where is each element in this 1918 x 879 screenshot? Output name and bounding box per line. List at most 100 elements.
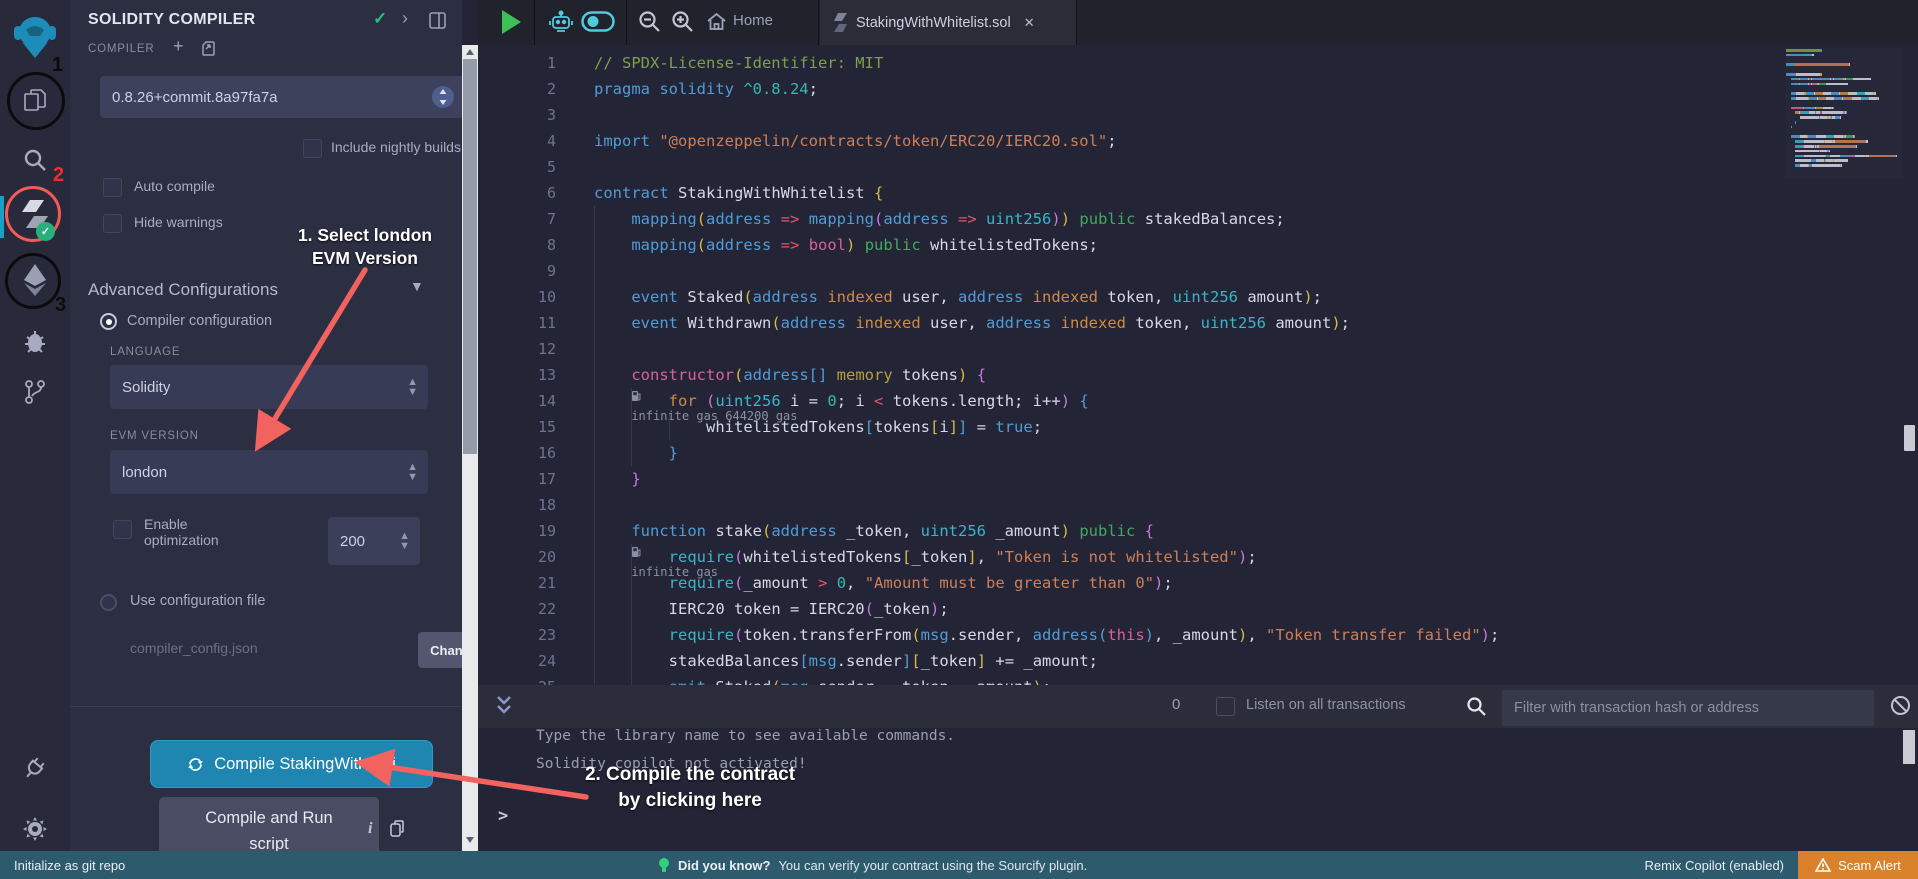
version-refresh-icon[interactable] xyxy=(430,84,456,110)
use-config-file-radio[interactable] xyxy=(100,594,117,611)
zoom-out-icon[interactable] xyxy=(638,10,661,33)
line-number: 14 xyxy=(483,388,556,414)
ai-copilot-robot-icon[interactable] xyxy=(548,9,574,35)
editor-toolbar: Home StakingWithWhitelist.sol ✕ xyxy=(478,0,1918,46)
remix-logo-icon[interactable] xyxy=(0,12,70,60)
did-you-know-tip: Did you know? You can verify your contra… xyxy=(658,857,1087,874)
code-line[interactable]: function stake(address _token, uint256 _… xyxy=(594,518,1788,544)
code-line[interactable]: constructor(address[] memory tokens) {in… xyxy=(594,362,1788,388)
code-line[interactable]: require(_amount > 0, "Amount must be gre… xyxy=(594,570,1788,596)
line-number: 9 xyxy=(483,258,556,284)
code-line[interactable]: } xyxy=(594,440,1788,466)
line-number: 3 xyxy=(483,102,556,128)
code-line[interactable]: mapping(address => bool) public whitelis… xyxy=(594,232,1788,258)
include-nightly-checkbox[interactable] xyxy=(303,139,322,158)
code-line[interactable] xyxy=(594,102,1788,128)
code-line[interactable]: pragma solidity ^0.8.24; xyxy=(594,76,1788,102)
code-line[interactable]: IERC20 token = IERC20(_token); xyxy=(594,596,1788,622)
run-script-play-icon[interactable] xyxy=(500,9,522,35)
code-line[interactable]: require(token.transferFrom(msg.sender, a… xyxy=(594,622,1788,648)
compile-button[interactable]: Compile StakingWithWhi xyxy=(150,740,433,788)
code-line[interactable]: whitelistedTokens[tokens[i]] = true; xyxy=(594,414,1788,440)
tab-stakingwithwhitelist[interactable]: StakingWithWhitelist.sol ✕ xyxy=(820,0,1076,45)
compiler-configuration-label[interactable]: Compiler configuration xyxy=(127,313,272,329)
code-line[interactable] xyxy=(594,258,1788,284)
advanced-chevron-down-icon[interactable]: ▼ xyxy=(410,278,424,294)
language-value: Solidity xyxy=(122,379,170,396)
info-icon[interactable]: i xyxy=(368,820,372,838)
editor-scrollbar-thumb[interactable] xyxy=(1904,425,1915,451)
use-config-file-label[interactable]: Use configuration file xyxy=(130,593,265,609)
home-icon[interactable] xyxy=(706,11,727,32)
config-file-name: compiler_config.json xyxy=(130,640,258,656)
scroll-up-arrow[interactable] xyxy=(466,49,474,55)
terminal-scrollbar-thumb[interactable] xyxy=(1903,730,1915,764)
panel-chevron-icon[interactable]: › xyxy=(402,8,408,29)
tab-close-icon[interactable]: ✕ xyxy=(1024,15,1035,31)
zoom-in-icon[interactable] xyxy=(671,10,694,33)
advanced-configurations-title[interactable]: Advanced Configurations xyxy=(88,280,278,300)
settings-gear-icon[interactable] xyxy=(0,816,70,842)
terminal-search-icon[interactable] xyxy=(1466,696,1486,716)
code-line[interactable]: } xyxy=(594,466,1788,492)
clear-console-ban-icon[interactable] xyxy=(1890,695,1911,716)
code-line[interactable] xyxy=(594,154,1788,180)
add-compiler-icon[interactable]: + xyxy=(173,36,184,57)
scrollbar-thumb[interactable] xyxy=(463,59,477,454)
listen-transactions-checkbox[interactable] xyxy=(1216,697,1235,716)
annotation-number-1: 1 xyxy=(52,54,63,77)
auto-compile-label[interactable]: Auto compile xyxy=(134,178,215,194)
minimap[interactable] xyxy=(1786,48,1902,178)
open-compiler-file-icon[interactable] xyxy=(200,40,217,57)
copilot-toggle[interactable] xyxy=(581,11,615,32)
code-line[interactable]: import "@openzeppelin/contracts/token/ER… xyxy=(594,128,1788,154)
code-line[interactable]: emit Staked(msg.sender, _token, _amount)… xyxy=(594,674,1788,685)
code-line[interactable]: // SPDX-License-Identifier: MIT xyxy=(594,50,1788,76)
auto-compile-checkbox[interactable] xyxy=(103,178,122,197)
tab-label: StakingWithWhitelist.sol xyxy=(856,15,1011,31)
annotation-step1: 1. Select londonEVM Version xyxy=(270,224,460,270)
pin-panel-icon[interactable] xyxy=(428,11,447,30)
language-select[interactable]: Solidity ▲▼ xyxy=(110,365,428,409)
compile-and-run-button[interactable]: Compile and Runscript xyxy=(159,797,379,851)
panel-divider xyxy=(70,706,462,707)
code-line[interactable] xyxy=(594,492,1788,518)
enable-optimization-label[interactable]: Enableoptimization xyxy=(144,516,219,548)
change-config-button[interactable]: Change xyxy=(418,632,462,668)
hide-warnings-label[interactable]: Hide warnings xyxy=(134,214,223,230)
code-editor[interactable]: 1234567891011121314151617181920212223242… xyxy=(478,45,1918,685)
debugger-icon[interactable] xyxy=(0,328,70,354)
code-line[interactable]: event Withdrawn(address indexed user, ad… xyxy=(594,310,1788,336)
hide-warnings-checkbox[interactable] xyxy=(103,214,122,233)
transaction-filter-input[interactable] xyxy=(1502,690,1874,726)
terminal-line: Type the library name to see available c… xyxy=(536,728,955,750)
evm-version-select[interactable]: london ▲▼ xyxy=(110,450,428,494)
enable-optimization-checkbox[interactable] xyxy=(113,520,132,539)
git-icon[interactable] xyxy=(0,378,70,406)
runs-stepper-arrows-icon[interactable]: ▲▼ xyxy=(399,531,410,551)
code-line[interactable] xyxy=(594,336,1788,362)
home-tab-label[interactable]: Home xyxy=(733,12,773,29)
optimization-runs-input[interactable]: 200 ▲▼ xyxy=(328,517,420,565)
copy-icon[interactable] xyxy=(390,820,405,837)
code-line[interactable]: for (uint256 i = 0; i < tokens.length; i… xyxy=(594,388,1788,414)
code-line[interactable]: mapping(address => mapping(address => ui… xyxy=(594,206,1788,232)
code-line[interactable]: require(whitelistedTokens[_token], "Toke… xyxy=(594,544,1788,570)
scam-alert-button[interactable]: Scam Alert xyxy=(1798,851,1918,879)
compiler-version-select[interactable]: 0.8.26+commit.8a97fa7a xyxy=(100,76,462,118)
compiler-configuration-radio[interactable] xyxy=(100,313,117,330)
code-line[interactable]: contract StakingWithWhitelist { xyxy=(594,180,1788,206)
include-nightly-label[interactable]: Include nightly builds xyxy=(331,139,461,155)
code-line[interactable]: event Staked(address indexed user, addre… xyxy=(594,284,1788,310)
collapse-terminal-icon[interactable] xyxy=(496,695,512,717)
copilot-status[interactable]: Remix Copilot (enabled) xyxy=(1645,858,1784,873)
plugin-manager-icon[interactable] xyxy=(0,756,70,782)
scroll-down-arrow[interactable] xyxy=(466,837,474,843)
panel-scrollbar[interactable] xyxy=(462,45,478,851)
code-content[interactable]: // SPDX-License-Identifier: MITpragma so… xyxy=(594,50,1788,685)
compile-success-check-icon: ✓ xyxy=(373,9,387,29)
listen-transactions-label[interactable]: Listen on all transactions xyxy=(1246,697,1406,713)
code-line[interactable]: stakedBalances[msg.sender][_token] += _a… xyxy=(594,648,1788,674)
git-init-status[interactable]: Initialize as git repo xyxy=(14,858,125,873)
optimization-runs-value: 200 xyxy=(340,533,365,550)
